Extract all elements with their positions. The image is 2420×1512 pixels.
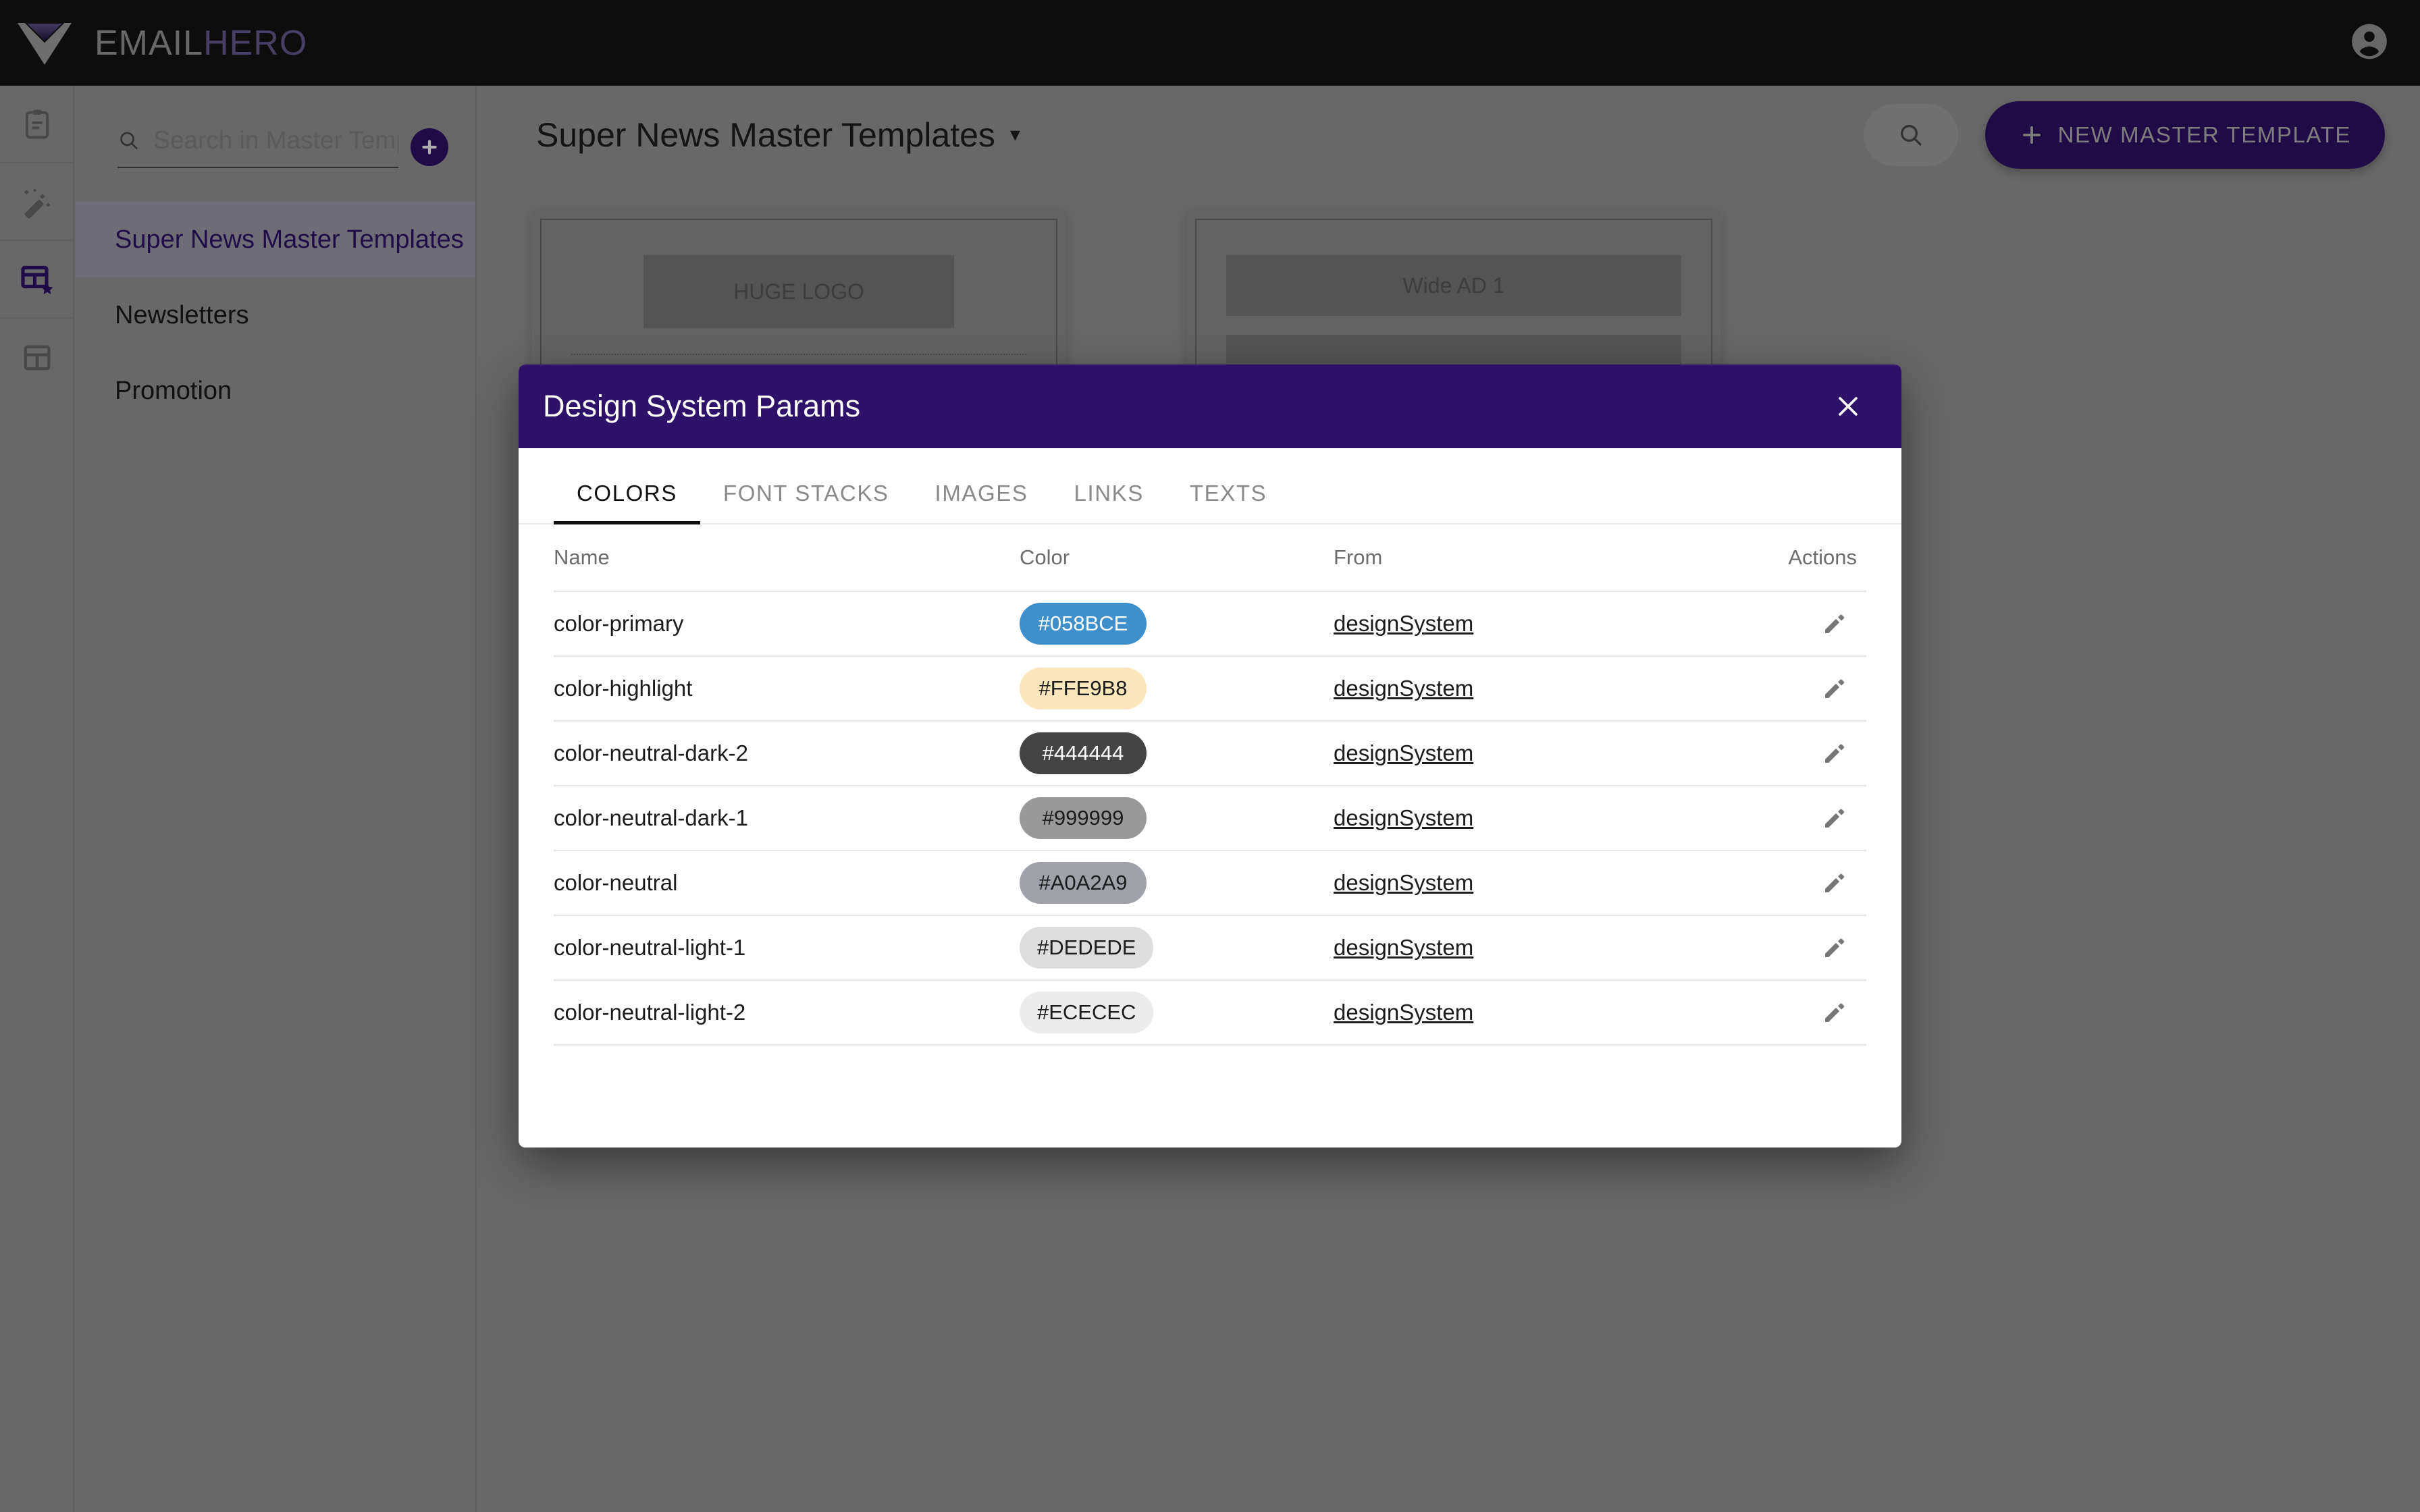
from-link[interactable]: designSystem <box>1334 611 1473 636</box>
edit-pencil-icon <box>1825 614 1845 633</box>
column-header-actions: Actions <box>1788 545 1857 569</box>
column-header-name: Name <box>554 545 610 569</box>
dialog-title: Design System Params <box>543 389 861 423</box>
table-body: color-primary #058BCE designSystem color-hi… <box>554 592 1866 1046</box>
cell-from: designSystem <box>1334 1000 1779 1025</box>
edit-button[interactable] <box>1812 990 1857 1035</box>
color-swatch-chip[interactable]: #058BCE <box>1020 603 1147 645</box>
tab-images[interactable]: IMAGES <box>912 467 1051 524</box>
cell-actions <box>1779 731 1866 776</box>
cell-param-name: color-neutral-dark-1 <box>554 805 748 830</box>
cell-from: designSystem <box>1334 611 1779 637</box>
cell-color: #ECECEC <box>1020 992 1334 1033</box>
color-swatch-chip[interactable]: #ECECEC <box>1020 992 1154 1033</box>
from-link[interactable]: designSystem <box>1334 740 1473 765</box>
from-link[interactable]: designSystem <box>1334 805 1473 830</box>
edit-button[interactable] <box>1812 925 1857 970</box>
tab-colors[interactable]: COLORS <box>554 467 700 524</box>
cell-actions <box>1779 861 1866 905</box>
cell-from: designSystem <box>1334 676 1779 701</box>
table-row: color-highlight #FFE9B8 designSystem <box>554 657 1866 722</box>
cell-from: designSystem <box>1334 805 1779 831</box>
edit-pencil-icon <box>1825 1003 1845 1022</box>
cell-color: #058BCE <box>1020 603 1334 645</box>
cell-param-name: color-highlight <box>554 676 693 701</box>
edit-button[interactable] <box>1812 731 1857 776</box>
table-row: color-primary #058BCE designSystem <box>554 592 1866 657</box>
edit-pencil-icon <box>1825 679 1845 698</box>
cell-param-name: color-neutral <box>554 870 678 895</box>
from-link[interactable]: designSystem <box>1334 935 1473 960</box>
color-swatch-chip[interactable]: #FFE9B8 <box>1020 668 1147 709</box>
cell-from: designSystem <box>1334 870 1779 896</box>
cell-from: designSystem <box>1334 740 1779 766</box>
design-system-params-dialog: Design System Params COLORS FONT STACKS … <box>519 364 1901 1148</box>
cell-color: #DEDEDE <box>1020 927 1334 969</box>
cell-actions <box>1779 796 1866 840</box>
close-icon <box>1839 397 1858 416</box>
column-header-from: From <box>1334 545 1383 569</box>
edit-pencil-icon <box>1825 873 1845 892</box>
cell-param-name: color-neutral-light-1 <box>554 935 746 960</box>
from-link[interactable]: designSystem <box>1334 870 1473 895</box>
cell-param-name: color-neutral-dark-2 <box>554 740 748 765</box>
cell-actions <box>1779 990 1866 1035</box>
table-header-row: Name Color From Actions <box>554 524 1866 592</box>
close-button[interactable] <box>1824 383 1872 430</box>
edit-button[interactable] <box>1812 601 1857 646</box>
color-swatch-chip[interactable]: #999999 <box>1020 797 1147 839</box>
cell-color: #A0A2A9 <box>1020 862 1334 904</box>
column-header-color: Color <box>1020 545 1070 569</box>
tab-links[interactable]: LINKS <box>1051 467 1167 524</box>
edit-button[interactable] <box>1812 666 1857 711</box>
edit-button[interactable] <box>1812 796 1857 840</box>
colors-table: Name Color From Actions color-primary #05… <box>519 524 1901 1046</box>
tab-texts[interactable]: TEXTS <box>1167 467 1290 524</box>
cell-actions <box>1779 601 1866 646</box>
cell-color: #FFE9B8 <box>1020 668 1334 709</box>
from-link[interactable]: designSystem <box>1334 676 1473 701</box>
dialog-tabs: COLORS FONT STACKS IMAGES LINKS TEXTS <box>519 448 1901 524</box>
cell-color: #444444 <box>1020 732 1334 774</box>
cell-actions <box>1779 666 1866 711</box>
table-row: color-neutral-light-2 #ECECEC designSystem <box>554 981 1866 1046</box>
color-swatch-chip[interactable]: #DEDEDE <box>1020 927 1154 969</box>
table-row: color-neutral-light-1 #DEDEDE designSystem <box>554 916 1866 981</box>
cell-param-name: color-neutral-light-2 <box>554 1000 746 1025</box>
tab-font-stacks[interactable]: FONT STACKS <box>700 467 912 524</box>
from-link[interactable]: designSystem <box>1334 1000 1473 1025</box>
edit-pencil-icon <box>1825 938 1845 957</box>
table-row: color-neutral-dark-2 #444444 designSystem <box>554 722 1866 786</box>
edit-pencil-icon <box>1825 809 1845 828</box>
dialog-header: Design System Params <box>519 364 1901 448</box>
edit-pencil-icon <box>1825 744 1845 763</box>
cell-from: designSystem <box>1334 935 1779 961</box>
color-swatch-chip[interactable]: #444444 <box>1020 732 1147 774</box>
table-row: color-neutral-dark-1 #999999 designSystem <box>554 786 1866 851</box>
edit-button[interactable] <box>1812 861 1857 905</box>
color-swatch-chip[interactable]: #A0A2A9 <box>1020 862 1147 904</box>
cell-param-name: color-primary <box>554 611 684 636</box>
cell-color: #999999 <box>1020 797 1334 839</box>
table-row: color-neutral #A0A2A9 designSystem <box>554 851 1866 916</box>
cell-actions <box>1779 925 1866 970</box>
